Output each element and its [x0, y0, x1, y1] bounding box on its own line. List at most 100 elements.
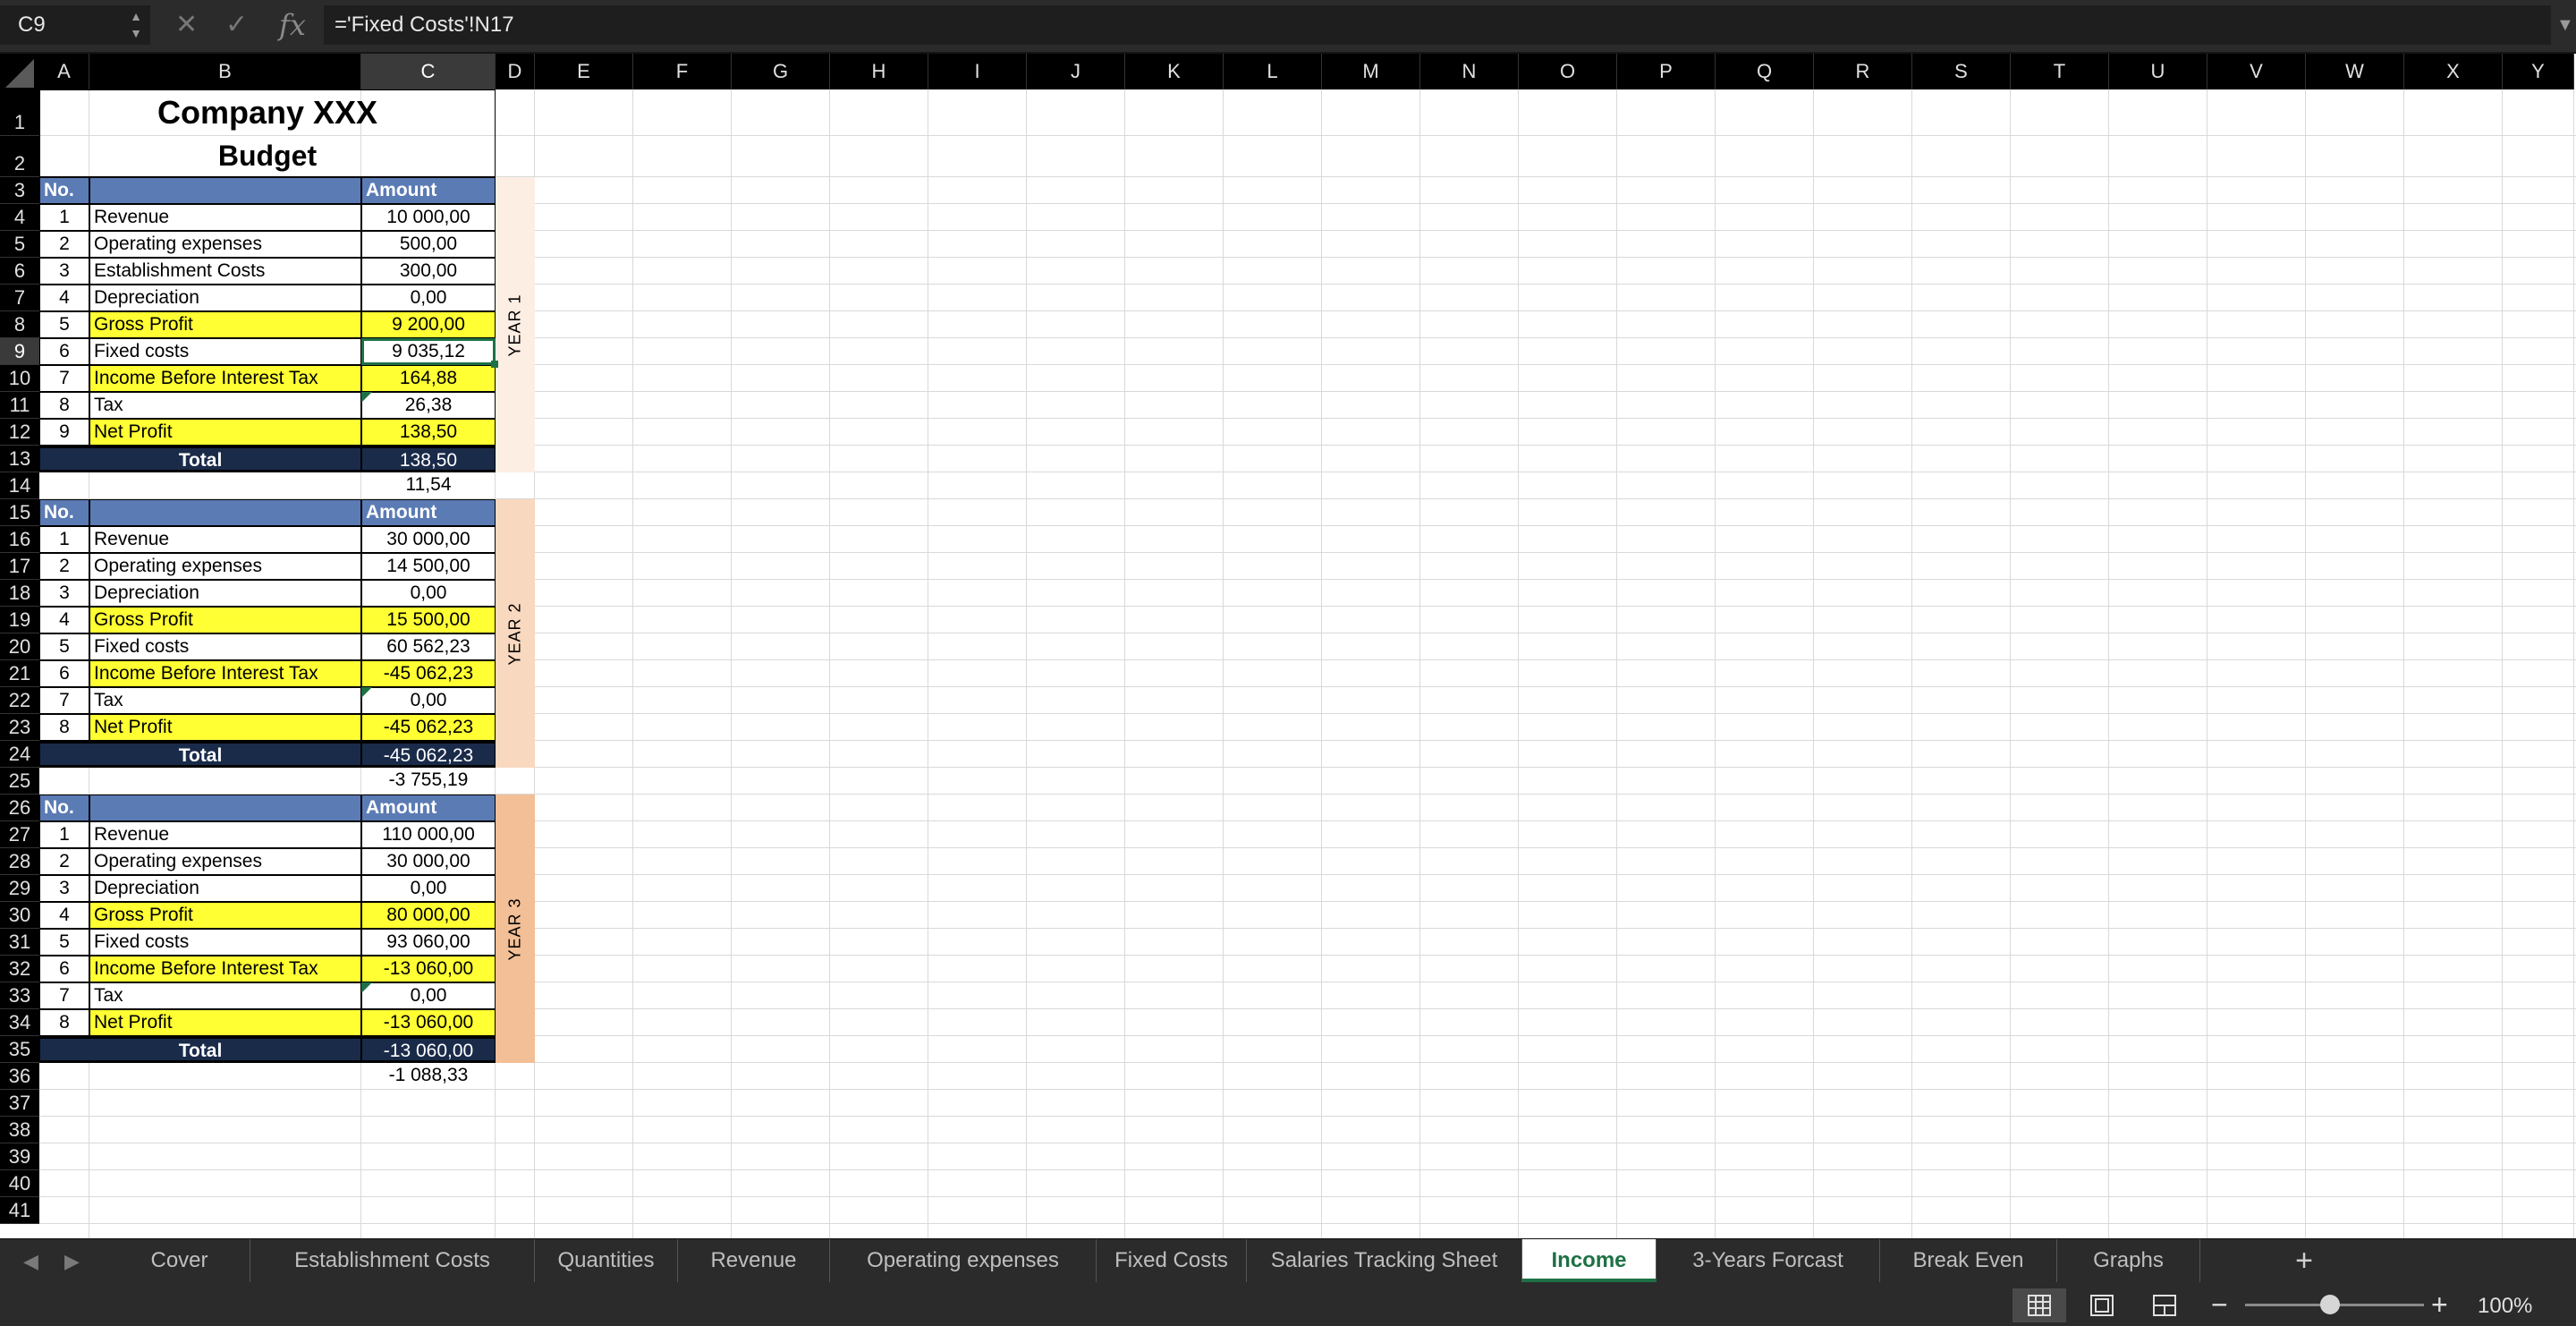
item-number[interactable]: 4: [39, 902, 89, 929]
function-icon[interactable]: fx: [279, 5, 306, 45]
item-number[interactable]: 6: [39, 338, 89, 365]
chevron-down-icon[interactable]: ▼: [127, 25, 145, 41]
item-number[interactable]: 9: [39, 419, 89, 446]
item-number[interactable]: 3: [39, 875, 89, 902]
item-amount[interactable]: 80 000,00: [361, 902, 496, 929]
column-header-o[interactable]: O: [1519, 54, 1617, 89]
item-number[interactable]: 2: [39, 848, 89, 875]
monthly-amount[interactable]: -1 088,33: [361, 1063, 496, 1090]
item-label[interactable]: Income Before Interest Tax: [89, 956, 361, 982]
item-number[interactable]: 1: [39, 204, 89, 231]
column-header-e[interactable]: E: [535, 54, 633, 89]
item-label[interactable]: Fixed costs: [89, 929, 361, 956]
item-label[interactable]: Tax: [89, 392, 361, 419]
chevron-up-icon[interactable]: ▲: [127, 8, 145, 24]
no-header[interactable]: No.: [39, 499, 89, 526]
column-header-w[interactable]: W: [2306, 54, 2404, 89]
company-title[interactable]: Company XXX: [39, 89, 496, 136]
column-header-v[interactable]: V: [2207, 54, 2306, 89]
item-label[interactable]: Gross Profit: [89, 902, 361, 929]
row-header-12[interactable]: 12: [0, 419, 39, 446]
item-label[interactable]: Depreciation: [89, 285, 361, 311]
sheet-tab-3-years-forcast[interactable]: 3-Years Forcast: [1657, 1239, 1880, 1282]
item-label[interactable]: Income Before Interest Tax: [89, 660, 361, 687]
row-header-24[interactable]: 24: [0, 741, 39, 768]
row-header-36[interactable]: 36: [0, 1063, 39, 1090]
sheet-tab-establishment-costs[interactable]: Establishment Costs: [250, 1239, 535, 1282]
cancel-icon[interactable]: ✕: [175, 7, 198, 43]
item-amount[interactable]: 30 000,00: [361, 848, 496, 875]
total-amount[interactable]: 138,50: [361, 446, 496, 472]
item-number[interactable]: 4: [39, 607, 89, 633]
item-number[interactable]: 7: [39, 687, 89, 714]
item-label[interactable]: Revenue: [89, 204, 361, 231]
row-header-10[interactable]: 10: [0, 365, 39, 392]
page-layout-view-button[interactable]: [2075, 1288, 2129, 1322]
zoom-level[interactable]: 100%: [2478, 1288, 2532, 1324]
column-header-u[interactable]: U: [2109, 54, 2207, 89]
item-number[interactable]: 3: [39, 580, 89, 607]
item-amount[interactable]: 110 000,00: [361, 821, 496, 848]
row-header-25[interactable]: 25: [0, 768, 39, 795]
row-header-8[interactable]: 8: [0, 311, 39, 338]
sheet-tab-quantities[interactable]: Quantities: [535, 1239, 678, 1282]
row-header-38[interactable]: 38: [0, 1117, 39, 1143]
row-header-5[interactable]: 5: [0, 231, 39, 258]
item-number[interactable]: 6: [39, 956, 89, 982]
column-header-b[interactable]: B: [89, 54, 361, 89]
item-number[interactable]: 7: [39, 365, 89, 392]
item-amount[interactable]: 0,00: [361, 687, 496, 714]
item-amount[interactable]: 26,38: [361, 392, 496, 419]
item-amount[interactable]: 9 035,12: [361, 338, 496, 365]
row-header-27[interactable]: 27: [0, 821, 39, 848]
row-header-4[interactable]: 4: [0, 204, 39, 231]
item-number[interactable]: 1: [39, 821, 89, 848]
item-amount[interactable]: 30 000,00: [361, 526, 496, 553]
row-header-19[interactable]: 19: [0, 607, 39, 633]
row-header-26[interactable]: 26: [0, 795, 39, 821]
row-header-34[interactable]: 34: [0, 1009, 39, 1036]
column-header-x[interactable]: X: [2404, 54, 2503, 89]
row-header-16[interactable]: 16: [0, 526, 39, 553]
item-label[interactable]: Operating expenses: [89, 553, 361, 580]
column-header-f[interactable]: F: [633, 54, 732, 89]
item-amount[interactable]: 9 200,00: [361, 311, 496, 338]
row-header-17[interactable]: 17: [0, 553, 39, 580]
row-header-1[interactable]: 1: [0, 89, 39, 136]
row-header-21[interactable]: 21: [0, 660, 39, 687]
item-label[interactable]: Net Profit: [89, 714, 361, 741]
item-number[interactable]: 1: [39, 526, 89, 553]
add-sheet-button[interactable]: +: [2286, 1239, 2322, 1282]
column-header-p[interactable]: P: [1617, 54, 1716, 89]
item-label[interactable]: Gross Profit: [89, 607, 361, 633]
item-number[interactable]: 6: [39, 660, 89, 687]
item-amount[interactable]: 15 500,00: [361, 607, 496, 633]
row-header-15[interactable]: 15: [0, 499, 39, 526]
row-header-29[interactable]: 29: [0, 875, 39, 902]
row-header-7[interactable]: 7: [0, 285, 39, 311]
item-label[interactable]: Tax: [89, 982, 361, 1009]
label-header[interactable]: [89, 795, 361, 821]
item-amount[interactable]: 60 562,23: [361, 633, 496, 660]
total-label[interactable]: Total: [39, 446, 361, 472]
column-header-d[interactable]: D: [496, 54, 535, 89]
row-header-37[interactable]: 37: [0, 1090, 39, 1117]
zoom-out-button[interactable]: −: [2211, 1287, 2228, 1322]
row-header-3[interactable]: 3: [0, 177, 39, 204]
item-label[interactable]: Operating expenses: [89, 848, 361, 875]
item-amount[interactable]: 14 500,00: [361, 553, 496, 580]
column-header-c[interactable]: C: [361, 54, 496, 89]
total-amount[interactable]: -13 060,00: [361, 1036, 496, 1063]
tab-scroll-right-icon[interactable]: ▶: [64, 1239, 80, 1284]
item-label[interactable]: Depreciation: [89, 875, 361, 902]
item-label[interactable]: Operating expenses: [89, 231, 361, 258]
item-label[interactable]: Net Profit: [89, 419, 361, 446]
total-label[interactable]: Total: [39, 741, 361, 768]
item-label[interactable]: Income Before Interest Tax: [89, 365, 361, 392]
item-amount[interactable]: -45 062,23: [361, 660, 496, 687]
row-header-23[interactable]: 23: [0, 714, 39, 741]
row-header-2[interactable]: 2: [0, 136, 39, 177]
page-break-view-button[interactable]: [2138, 1288, 2191, 1322]
column-header-l[interactable]: L: [1224, 54, 1322, 89]
item-label[interactable]: Fixed costs: [89, 633, 361, 660]
